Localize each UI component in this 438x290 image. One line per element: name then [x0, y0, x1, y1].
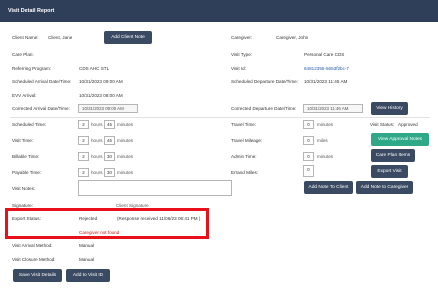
minutes-unit: minutes	[317, 122, 334, 127]
highlight-box	[5, 208, 209, 239]
minutes-unit: minutes	[117, 138, 134, 143]
caregiver-label: Caregiver:	[231, 35, 253, 40]
hours-unit: hours	[91, 138, 103, 143]
travel-time-label: Travel Time:	[231, 122, 257, 127]
visit-type-label: Visit Type:	[231, 52, 253, 57]
add-note-to-client-button[interactable]: Add Note To Client	[304, 181, 353, 194]
visit-status-label: Visit Status:	[370, 122, 395, 127]
scheduled-arrival-label: Scheduled Arrival Date/Time:	[12, 79, 72, 84]
minutes-unit: minutes	[117, 154, 134, 159]
travel-minutes-input[interactable]: 0	[303, 120, 314, 129]
care-plan-items-button[interactable]: Care Plan Items	[371, 149, 415, 162]
errand-miles-input[interactable]: 0	[303, 165, 314, 177]
corrected-departure-label: Corrected Departure Date/Time:	[231, 106, 297, 111]
visit-id-value[interactable]: 64812355-5653f2bc-7	[304, 66, 349, 71]
corrected-departure-input[interactable]: 10/31/2023 11:46 AM	[303, 104, 363, 113]
corrected-arrival-input[interactable]: 10/31/2023 09:00 AM	[78, 104, 138, 113]
arrival-method-value: Manual	[79, 243, 95, 248]
add-to-visit-id-button[interactable]: Add to Visit ID	[66, 269, 110, 282]
referring-program-value: CDS AHC STL	[79, 66, 110, 71]
scheduled-arrival-value: 10/31/2023 09:00 AM	[79, 79, 123, 84]
page-title: Visit Detail Report	[0, 0, 438, 22]
errand-miles-label: Errand Miles:	[231, 170, 259, 175]
admin-minutes-input[interactable]: 0	[303, 152, 314, 161]
visit-type-value: Personal Care CDS	[304, 52, 345, 57]
payable-time-label: Payable Time:	[12, 170, 42, 175]
hours-unit: hours	[91, 154, 103, 159]
client-name-label: Client Name:	[12, 35, 39, 40]
scheduled-minutes-input[interactable]: 45	[104, 120, 115, 129]
payable-minutes-input[interactable]: 30	[104, 168, 115, 177]
view-history-button[interactable]: View History	[371, 102, 408, 115]
visit-time-label: Visit Time:	[12, 138, 34, 143]
divider	[10, 117, 430, 118]
add-client-note-button[interactable]: Add Client Note	[104, 31, 152, 44]
add-note-to-caregiver-button[interactable]: Add Note to Caregiver	[356, 181, 413, 194]
visit-notes-label: Visit Notes:	[12, 186, 36, 191]
admin-time-label: Admin Time:	[231, 154, 257, 159]
visit-status-value: Approved	[398, 122, 418, 127]
visit-notes-textarea[interactable]	[78, 180, 232, 196]
payable-hours-input[interactable]: 2	[78, 168, 89, 177]
care-plan-label: Care Plan:	[12, 52, 34, 57]
travel-mileage-label: Travel Mileage:	[231, 138, 263, 143]
visit-hours-input[interactable]: 2	[78, 136, 89, 145]
closure-method-label: Visit Closure Method:	[12, 257, 56, 262]
billable-minutes-input[interactable]: 30	[104, 152, 115, 161]
save-visit-details-button[interactable]: Save Visit Details	[13, 269, 62, 282]
hours-unit: hours	[91, 122, 103, 127]
view-approval-notes-button[interactable]: View Approval Notes	[371, 133, 429, 146]
scheduled-time-label: Scheduled Time:	[12, 122, 47, 127]
caregiver-value: Caregiver, John	[276, 35, 309, 40]
minutes-unit: minutes	[117, 170, 134, 175]
scheduled-hours-input[interactable]: 2	[78, 120, 89, 129]
minutes-unit: minutes	[317, 154, 334, 159]
travel-miles-input[interactable]: 0	[303, 136, 314, 145]
minutes-unit: minutes	[117, 122, 134, 127]
billable-time-label: Billable Time:	[12, 154, 40, 159]
billable-hours-input[interactable]: 2	[78, 152, 89, 161]
evv-arrival-label: EVV Arrival:	[12, 93, 37, 98]
evv-arrival-value: 10/31/2023 08:00 AM	[79, 93, 123, 98]
corrected-arrival-label: Corrected Arrival Date/Time:	[12, 106, 70, 111]
hours-unit: hours	[91, 170, 103, 175]
visit-id-label: Visit Id:	[231, 66, 246, 71]
export-visit-button[interactable]: Export Visit	[371, 165, 408, 178]
scheduled-departure-label: Scheduled Departure Date/Time:	[231, 79, 298, 84]
miles-unit: miles	[317, 138, 328, 143]
visit-minutes-input[interactable]: 46	[104, 136, 115, 145]
arrival-method-label: Visit Arrival Method:	[12, 243, 53, 248]
scheduled-departure-value: 10/31/2023 11:45 AM	[304, 79, 348, 84]
closure-method-value: Manual	[79, 257, 95, 262]
client-name-value: Client, Jane	[48, 35, 73, 40]
referring-program-label: Referring Program:	[12, 66, 52, 71]
